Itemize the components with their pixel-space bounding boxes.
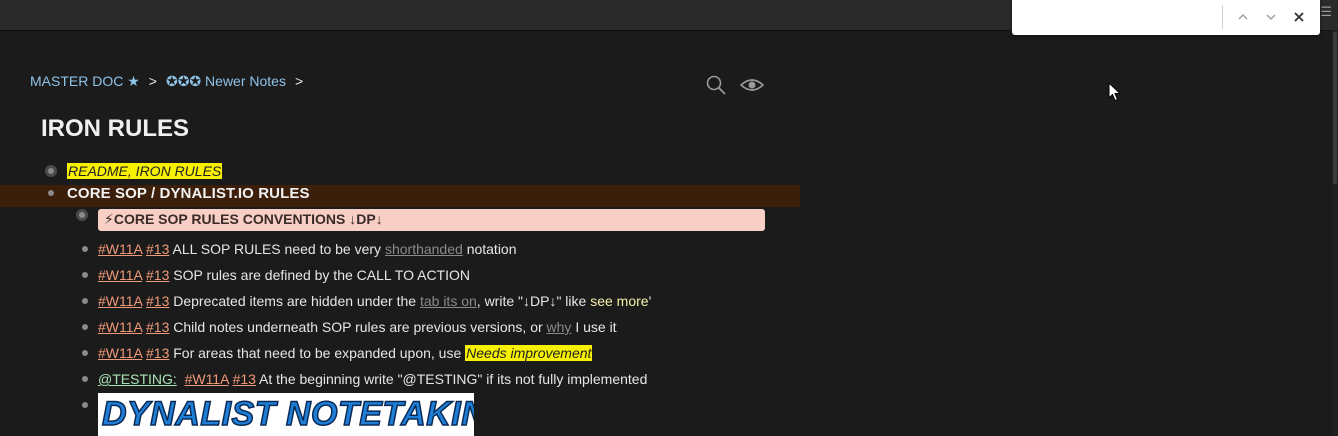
bullet-icon[interactable]: [82, 246, 88, 252]
list-item-readme[interactable]: README, IRON RULES: [0, 160, 800, 182]
scrollbar[interactable]: [1332, 30, 1338, 436]
eye-icon[interactable]: [740, 74, 764, 96]
core-sop-title: CORE SOP / DYNALIST.IO RULES: [67, 185, 310, 202]
bullet-icon[interactable]: [82, 298, 88, 304]
list-item-rule-5[interactable]: #W11A #13 For areas that need to be expa…: [0, 344, 800, 366]
find-close-button[interactable]: [1289, 6, 1309, 28]
rule-text: I use it: [575, 319, 617, 335]
dynalist-banner-image: DYNALIST NOTETAKING: [98, 393, 474, 436]
find-prev-button[interactable]: [1233, 6, 1253, 28]
tag-w11a[interactable]: #W11A: [98, 319, 142, 335]
tag-13[interactable]: #13: [146, 267, 169, 283]
list-item-rule-1[interactable]: #W11A #13 ALL SOP RULES need to be very …: [0, 240, 800, 262]
list-item-rule-3[interactable]: #W11A #13 Deprecated items are hidden un…: [0, 292, 800, 314]
list-item-rule-4[interactable]: #W11A #13 Child notes underneath SOP rul…: [0, 318, 800, 340]
conventions-highlight: ⚡CORE SOP RULES CONVENTIONS ↓DP↓: [98, 209, 765, 231]
list-item-rule-2[interactable]: #W11A #13 SOP rules are defined by the C…: [0, 266, 800, 288]
chevron-down-icon: [1266, 14, 1276, 21]
breadcrumb-parent[interactable]: ✪✪✪ Newer Notes: [166, 73, 286, 89]
bullet-collapsed-icon[interactable]: [48, 168, 54, 174]
rule-link[interactable]: why: [547, 319, 572, 335]
rule-text: Child notes underneath SOP rules are pre…: [173, 319, 543, 335]
scrollbar-thumb[interactable]: [1333, 32, 1337, 184]
tag-13[interactable]: #13: [146, 319, 169, 335]
mention-testing[interactable]: @TESTING:: [98, 371, 177, 387]
rule-text: ALL SOP RULES need to be very: [172, 241, 382, 257]
find-separator: [1222, 5, 1223, 29]
tag-13[interactable]: #13: [146, 241, 169, 257]
list-item-core-sop[interactable]: CORE SOP / DYNALIST.IO RULES: [0, 185, 800, 207]
breadcrumb-separator: >: [148, 73, 157, 89]
readme-text: README, IRON RULES: [67, 163, 223, 179]
bullet-icon[interactable]: [82, 324, 88, 330]
tag-13[interactable]: #13: [146, 293, 169, 309]
rule-text: notation: [466, 241, 517, 257]
bullet-collapsed-icon[interactable]: [79, 212, 85, 218]
rule-text: For areas that need to be expanded upon,…: [173, 345, 462, 361]
list-item-rule-6[interactable]: @TESTING: #W11A #13 At the beginning wri…: [0, 370, 800, 392]
bullet-icon[interactable]: [82, 350, 88, 356]
breadcrumb-root[interactable]: MASTER DOC ★: [30, 73, 140, 89]
find-input[interactable]: [1020, 7, 1224, 29]
close-icon: [1294, 12, 1304, 22]
bullet-icon[interactable]: [82, 376, 88, 382]
conventions-text: ⚡CORE SOP RULES CONVENTIONS ↓DP↓: [104, 211, 383, 227]
tag-13[interactable]: #13: [146, 345, 169, 361]
find-box: [1012, 0, 1320, 35]
tag-w11a[interactable]: #W11A: [98, 345, 142, 361]
tag-w11a[interactable]: #W11A: [185, 371, 229, 387]
bullet-icon[interactable]: [82, 402, 88, 408]
search-icon[interactable]: [705, 74, 727, 96]
rule-text: Deprecated items are hidden under the: [173, 293, 417, 309]
tag-w11a[interactable]: #W11A: [98, 241, 142, 257]
chevron-up-icon: [1238, 13, 1248, 20]
page-title: IRON RULES: [41, 115, 190, 142]
breadcrumb-separator: >: [294, 73, 304, 89]
find-next-button[interactable]: [1261, 6, 1281, 28]
bullet-icon[interactable]: [82, 272, 88, 278]
menu-icon[interactable]: ☰: [1320, 4, 1332, 20]
needs-improvement-highlight: Needs improvement: [465, 345, 593, 361]
rule-text: , write "↓DP↓" like: [476, 293, 587, 309]
tag-13[interactable]: #13: [233, 371, 256, 387]
tag-w11a[interactable]: #W11A: [98, 293, 142, 309]
rule-text: ': [648, 293, 652, 309]
cursor-icon: [1108, 82, 1122, 102]
rule-text: SOP rules are defined by the CALL TO ACT…: [173, 267, 470, 283]
rule-link[interactable]: shorthanded: [385, 241, 463, 257]
breadcrumb: MASTER DOC ★ > ✪✪✪ Newer Notes >: [30, 73, 312, 90]
bullet-icon[interactable]: [48, 190, 54, 196]
tag-w11a[interactable]: #W11A: [98, 267, 142, 283]
rule-text: At the beginning write "@TESTING" if its…: [259, 371, 648, 387]
banner-text: DYNALIST NOTETAKING: [101, 394, 474, 434]
rule-link[interactable]: tab its on: [420, 293, 477, 309]
see-more-text: see more: [590, 293, 649, 309]
